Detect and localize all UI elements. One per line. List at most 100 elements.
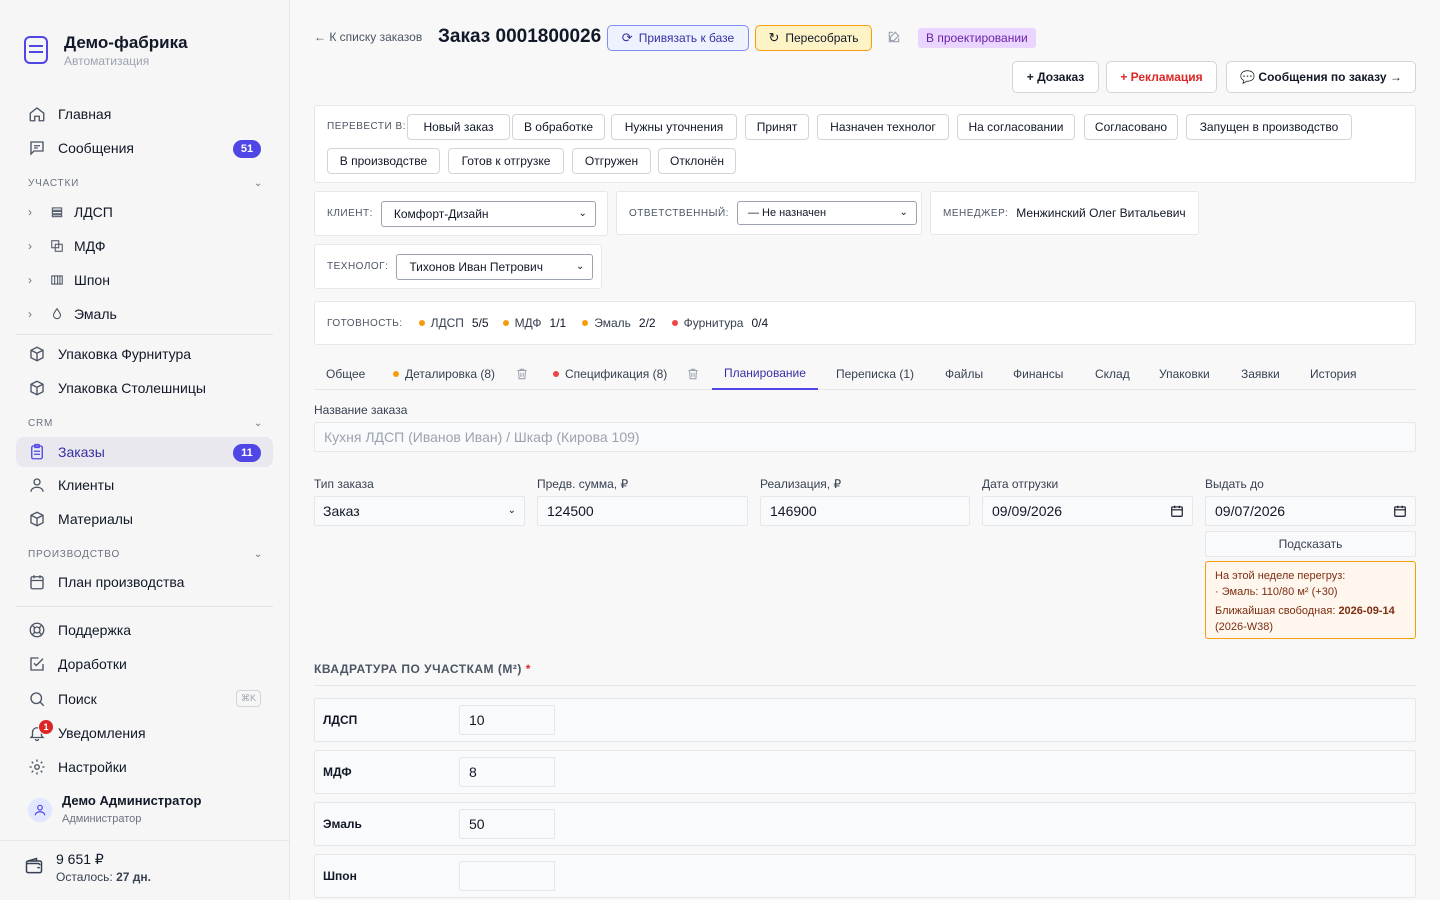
sidebar-item-mdf[interactable]: › МДФ [16, 231, 273, 261]
notifications-count-badge: 1 [38, 719, 54, 735]
gear-icon [28, 758, 46, 776]
sidebar-item-pack-hardware[interactable]: Упаковка Фурнитура [16, 339, 273, 369]
state-button[interactable]: Согласовано [1084, 114, 1178, 140]
chevron-right-icon: › [28, 205, 32, 219]
sidebar-item-support[interactable]: Поддержка [16, 615, 273, 645]
box-icon [28, 379, 46, 397]
square-row-ldsp: ЛДСП 10 [314, 698, 1416, 742]
state-button[interactable]: Отклонён [658, 148, 736, 174]
order-name-input[interactable]: Кухня ЛДСП (Иванов Иван) / Шкаф (Кирова … [314, 422, 1416, 452]
rebuild-button[interactable]: ↻ Пересобрать [755, 25, 872, 51]
sidebar-item-clients[interactable]: Клиенты [16, 470, 273, 500]
state-button[interactable]: Запущен в производство [1186, 114, 1352, 140]
status-badge: В проектировании [918, 28, 1036, 48]
sidebar-item-notifications[interactable]: 1 Уведомления [16, 718, 273, 748]
square-input[interactable]: 8 [459, 757, 555, 787]
tab-requests[interactable]: Заявки [1241, 358, 1280, 390]
square-row-label: Эмаль [323, 817, 362, 831]
link-to-base-button[interactable]: ⟳ Привязать к базе [607, 25, 749, 51]
main-content: ← К списку заказов Заказ 0001800026 ⟳ При… [290, 0, 1440, 900]
back-to-orders-link[interactable]: ← К списку заказов [314, 30, 422, 44]
tab-correspondence[interactable]: Переписка (1) [836, 358, 914, 390]
state-button[interactable]: Нужны уточнения [611, 114, 737, 140]
order-messages-button[interactable]: 💬 Сообщения по заказу → [1226, 61, 1416, 93]
state-button[interactable]: Назначен технолог [817, 114, 949, 140]
user-name: Демо Администратор [62, 793, 202, 808]
brand[interactable]: Демо-фабрика Автоматизация [24, 34, 188, 69]
sidebar-item-label: Настройки [58, 759, 127, 775]
sidebar-item-enamel[interactable]: › Эмаль [16, 299, 273, 329]
state-button[interactable]: Отгружен [572, 148, 651, 174]
calendar-icon[interactable] [1393, 504, 1407, 518]
calendar-icon[interactable] [1170, 504, 1184, 518]
responsible-field-card: ОТВЕТСТВЕННЫЙ: — Не назначен ⌄ [616, 191, 922, 235]
warning-free-slot: Ближайшая свободная: 2026-09-14 (2026-W38… [1215, 603, 1406, 635]
sidebar-item-messages[interactable]: Сообщения 51 [16, 133, 273, 163]
tab-files[interactable]: Файлы [945, 358, 983, 390]
tab-warehouse[interactable]: Склад [1095, 358, 1130, 390]
trash-icon[interactable] [515, 367, 529, 381]
state-button[interactable]: Принят [745, 114, 809, 140]
state-button[interactable]: Новый заказ [407, 114, 510, 140]
trash-icon[interactable] [686, 367, 700, 381]
state-button[interactable]: В обработке [512, 114, 605, 140]
state-button[interactable]: В производстве [327, 148, 440, 174]
square-row-mdf: МДФ 8 [314, 750, 1416, 794]
chevron-down-icon: ⌄ [575, 260, 585, 272]
responsible-select[interactable]: — Не назначен ⌄ [736, 201, 917, 225]
extra-order-button[interactable]: + Дозаказ [1012, 61, 1099, 93]
sidebar-item-label: Сообщения [58, 140, 134, 156]
state-button[interactable]: Готов к отгрузке [448, 148, 564, 174]
sidebar-item-label: Доработки [58, 656, 127, 672]
sidebar-item-settings[interactable]: Настройки [16, 752, 273, 782]
wallet-icon [24, 856, 44, 876]
chevron-down-icon: ⌄ [253, 178, 263, 189]
ship-date-input[interactable]: 09/09/2026 [982, 496, 1193, 526]
realization-input[interactable]: 146900 [760, 496, 970, 526]
readiness-item-mdf: МДФ 1/1 [502, 316, 567, 330]
client-select[interactable]: Комфорт-Дизайн ⌄ [380, 200, 596, 227]
sidebar-item-label: Материалы [58, 511, 133, 527]
prelim-sum-input[interactable]: 124500 [537, 496, 748, 526]
section-label-crm[interactable]: CRM ⌄ [28, 418, 263, 429]
section-label-production[interactable]: ПРОИЗВОДСТВО ⌄ [28, 549, 263, 560]
sidebar-item-orders[interactable]: Заказы 11 [16, 437, 273, 467]
readiness-item-ldsp: ЛДСП 5/5 [418, 316, 489, 330]
sidebar-item-improvements[interactable]: Доработки [16, 649, 273, 679]
chevron-down-icon: ⌄ [253, 549, 263, 560]
tab-specification[interactable]: Спецификация (8) [553, 358, 667, 390]
suggest-button[interactable]: Подсказать [1205, 531, 1416, 557]
edit-icon[interactable] [887, 30, 901, 44]
tab-planning[interactable]: Планирование [712, 358, 818, 390]
technologist-select[interactable]: Тихонов Иван Петрович ⌄ [396, 253, 594, 280]
required-mark: * [525, 662, 531, 676]
balance-remaining-label: Осталось: [56, 870, 113, 884]
issue-by-input[interactable]: 09/07/2026 [1205, 496, 1416, 526]
order-type-select[interactable]: Заказ ⌄ [314, 496, 525, 526]
sidebar-item-search[interactable]: Поиск ⌘K [16, 684, 273, 714]
checkbox-edit-icon [28, 655, 46, 673]
tab-history[interactable]: История [1310, 358, 1357, 390]
cube-icon [28, 510, 46, 528]
tab-general[interactable]: Общее [326, 358, 365, 390]
tab-packages[interactable]: Упаковки [1159, 358, 1210, 390]
sidebar-item-veneer[interactable]: › Шпон [16, 265, 273, 295]
readiness-count: 1/1 [549, 316, 567, 330]
section-label-areas[interactable]: УЧАСТКИ ⌄ [28, 178, 263, 189]
user-profile[interactable]: Демо Администратор Администратор [28, 792, 201, 828]
sidebar-item-label: ЛДСП [74, 204, 113, 220]
claim-button[interactable]: + Рекламация [1106, 61, 1217, 93]
sidebar-item-production-plan[interactable]: План производства [16, 567, 273, 597]
squares-section-title: КВАДРАТУРА ПО УЧАСТКАМ (М²) * [314, 662, 1416, 686]
tab-details[interactable]: Деталировка (8) [393, 358, 495, 390]
sidebar-item-materials[interactable]: Материалы [16, 504, 273, 534]
sidebar-item-ldsp[interactable]: › ЛДСП [16, 197, 273, 227]
state-button[interactable]: На согласовании [957, 114, 1075, 140]
square-input[interactable]: 10 [459, 705, 555, 735]
square-input[interactable] [459, 861, 555, 891]
sidebar-item-home[interactable]: Главная [16, 99, 273, 129]
sidebar-item-pack-tops[interactable]: Упаковка Столешницы [16, 373, 273, 403]
tab-finance[interactable]: Финансы [1013, 358, 1063, 390]
square-input[interactable]: 50 [459, 809, 555, 839]
balance-widget[interactable]: 9 651 ₽ Осталось: 27 дн. [24, 850, 151, 886]
